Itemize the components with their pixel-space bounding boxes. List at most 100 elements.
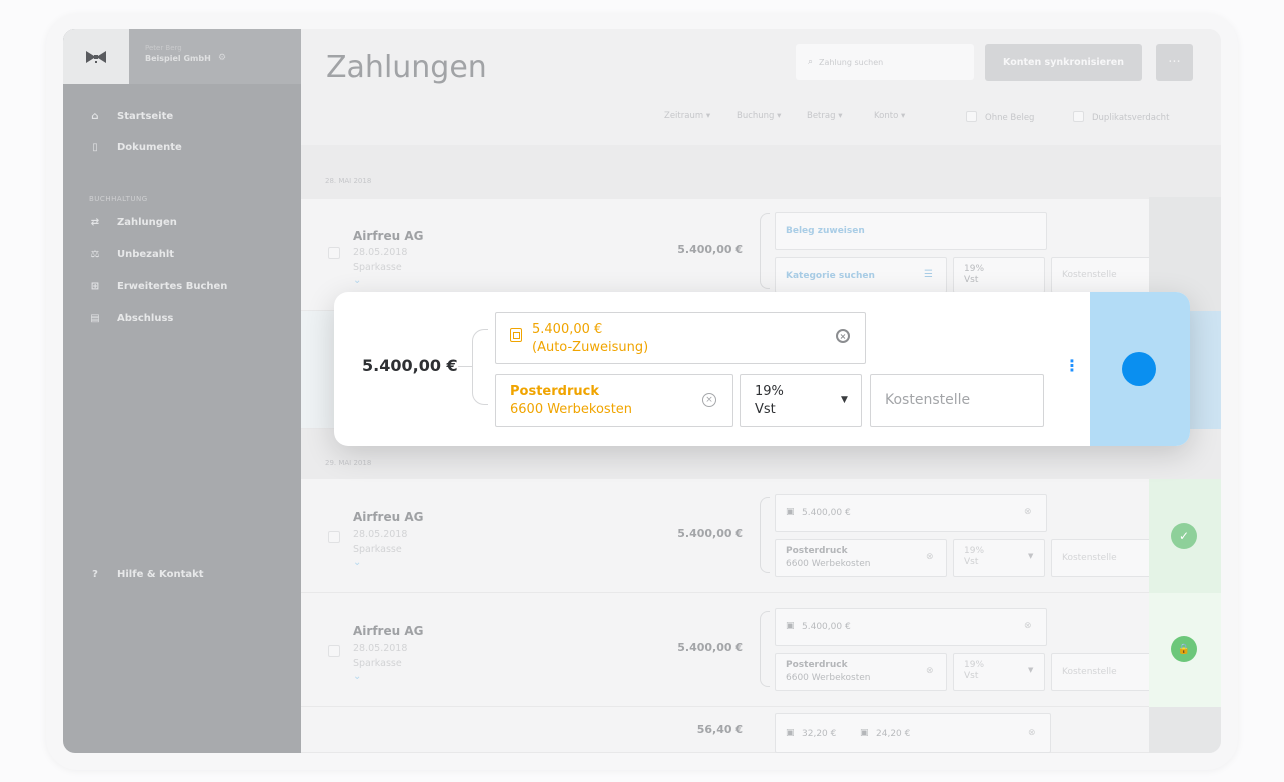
- category-account: 6600 Werbekosten: [786, 673, 871, 683]
- category-field[interactable]: Posterdruck 6600 Werbekosten ⊗: [775, 653, 947, 691]
- status-dot-icon[interactable]: [1122, 352, 1156, 386]
- clear-icon[interactable]: ×: [702, 393, 716, 407]
- row-menu-icon[interactable]: ⋮: [1064, 356, 1080, 375]
- vat-rate: 19%: [964, 264, 985, 274]
- chevron-down-icon[interactable]: ⌄: [353, 275, 361, 286]
- category-field[interactable]: Posterdruck 6600 Werbekosten ⊗: [775, 539, 947, 577]
- transfer-icon: ⇄: [90, 216, 100, 228]
- vat-select[interactable]: 19% Vst ▼: [740, 374, 862, 427]
- vat-select[interactable]: 19% Vst ▼: [953, 653, 1045, 691]
- sidebar-item-dokumente[interactable]: ▯ Dokumente: [89, 139, 182, 155]
- sidebar-item-label: Unbezahlt: [117, 248, 175, 260]
- row-date: 28.05.2018: [353, 247, 408, 258]
- sidebar-item-erweitertes-buchen[interactable]: ⊞ Erweitertes Buchen: [89, 278, 228, 294]
- receipt-amount: 32,20 €: [802, 729, 837, 739]
- account-switcher[interactable]: Peter Berg Beispiel GmbH ⚙: [63, 29, 301, 84]
- grid-icon: ⊞: [90, 280, 100, 292]
- date-section-header: 28. MAI 2018: [301, 145, 1221, 199]
- chevron-down-icon[interactable]: ⌄: [353, 671, 361, 682]
- table-row[interactable]: Airfreu AG 28.05.2018 Sparkasse ⌄ 5.400,…: [301, 593, 1221, 707]
- sync-accounts-button[interactable]: Konten synkronisieren: [985, 44, 1142, 81]
- more-options-button[interactable]: ···: [1156, 44, 1193, 81]
- clipboard-icon: ▤: [90, 312, 100, 324]
- search-input[interactable]: ⌕ Zahlung suchen: [796, 44, 974, 80]
- bracket-tick: [458, 366, 472, 367]
- chevron-down-icon[interactable]: ⌄: [353, 557, 361, 568]
- cost-center-field[interactable]: Kostenstelle: [870, 374, 1044, 427]
- checkbox[interactable]: [966, 111, 977, 122]
- category-name: Posterdruck: [786, 660, 848, 670]
- row-bank: Sparkasse: [353, 658, 402, 669]
- sidebar: Peter Berg Beispiel GmbH ⚙ ⌂ Startseite …: [63, 29, 301, 753]
- filter-duplikat[interactable]: Duplikatsverdacht: [1073, 111, 1169, 123]
- table-row[interactable]: 56,40 € ▣ 32,20 € ▣ 24,20 € ⊗: [301, 707, 1221, 753]
- clear-icon[interactable]: ⊗: [926, 552, 934, 562]
- category-field[interactable]: Posterdruck 6600 Werbekosten ×: [495, 374, 733, 427]
- bracket: [760, 213, 770, 289]
- sidebar-item-startseite[interactable]: ⌂ Startseite: [89, 108, 173, 124]
- filter-ohne-beleg[interactable]: Ohne Beleg: [966, 111, 1034, 123]
- assign-receipt-label: Beleg zuweisen: [786, 226, 865, 236]
- receipt-field[interactable]: 5.400,00 € (Auto-Zuweisung) ×: [495, 312, 866, 364]
- receipt-auto-assign: (Auto-Zuweisung): [532, 340, 649, 355]
- vat-label: Vst: [964, 557, 979, 567]
- clear-icon[interactable]: ⊗: [1024, 507, 1032, 517]
- cost-placeholder: Kostenstelle: [1062, 667, 1117, 677]
- table-row[interactable]: Airfreu AG 28.05.2018 Sparkasse ⌄ 5.400,…: [301, 479, 1221, 593]
- clear-icon[interactable]: ⊗: [926, 666, 934, 676]
- row-bank: Sparkasse: [353, 544, 402, 555]
- vat-select[interactable]: 19% Vst: [953, 257, 1045, 293]
- checkbox[interactable]: [1073, 111, 1084, 122]
- cost-placeholder: Kostenstelle: [885, 392, 971, 408]
- caret-down-icon: ▼: [1028, 666, 1034, 674]
- logo: [63, 29, 129, 84]
- sidebar-item-zahlungen[interactable]: ⇄ Zahlungen: [89, 214, 177, 230]
- clear-icon[interactable]: ⊗: [1024, 621, 1032, 631]
- sidebar-section-label: BUCHHALTUNG: [89, 195, 148, 203]
- sidebar-item-hilfe[interactable]: ? Hilfe & Kontakt: [89, 566, 204, 582]
- filter-buchung[interactable]: Buchung ▾: [737, 111, 781, 121]
- document-icon: ▣: [786, 728, 795, 738]
- vat-label: Vst: [755, 402, 776, 417]
- clear-icon[interactable]: ×: [836, 329, 850, 343]
- filter-zeitraum[interactable]: Zeitraum ▾: [664, 111, 710, 121]
- settings-icon[interactable]: ⚙: [218, 53, 226, 63]
- bracket: [760, 497, 770, 573]
- lock-icon: 🔒: [1171, 636, 1197, 662]
- vat-rate: 19%: [964, 546, 985, 556]
- category-account: 6600 Werbekosten: [786, 559, 871, 569]
- filter-konto[interactable]: Konto ▾: [874, 111, 905, 121]
- focused-payment-card[interactable]: 5.400,00 € 5.400,00 € (Auto-Zuweisung) ×…: [334, 292, 1190, 446]
- document-icon: ▣: [786, 507, 795, 517]
- home-icon: ⌂: [91, 110, 99, 122]
- row-status: 🔒: [1149, 593, 1221, 707]
- row-checkbox[interactable]: [328, 645, 340, 657]
- row-checkbox[interactable]: [328, 531, 340, 543]
- cost-placeholder: Kostenstelle: [1062, 270, 1117, 280]
- row-amount: 5.400,00 €: [677, 527, 743, 540]
- vat-label: Vst: [964, 275, 979, 285]
- sidebar-item-label: Dokumente: [117, 141, 182, 153]
- receipt-field[interactable]: ▣ 32,20 € ▣ 24,20 € ⊗: [775, 713, 1051, 753]
- receipt-field[interactable]: ▣ 5.400,00 € ⊗: [775, 608, 1047, 646]
- category-placeholder: Kategorie suchen: [786, 271, 875, 281]
- sidebar-item-label: Hilfe & Kontakt: [117, 568, 204, 580]
- clear-icon[interactable]: ⊗: [1028, 728, 1036, 738]
- filter-betrag[interactable]: Betrag ▾: [807, 111, 842, 121]
- caret-down-icon: ▼: [1028, 552, 1034, 560]
- document-icon: ▣: [786, 621, 795, 631]
- filter-label: Ohne Beleg: [985, 113, 1035, 123]
- row-checkbox[interactable]: [328, 247, 340, 259]
- assign-receipt-field[interactable]: Beleg zuweisen: [775, 212, 1047, 250]
- vat-label: Vst: [964, 671, 979, 681]
- bracket: [472, 329, 488, 405]
- receipt-field[interactable]: ▣ 5.400,00 € ⊗: [775, 494, 1047, 532]
- document-icon: ▣: [860, 728, 869, 738]
- category-search-field[interactable]: Kategorie suchen ☰: [775, 257, 947, 293]
- receipt-amount: 5.400,00 €: [532, 322, 603, 337]
- receipt-amount: 5.400,00 €: [802, 622, 851, 632]
- vat-select[interactable]: 19% Vst ▼: [953, 539, 1045, 577]
- sidebar-item-unbezahlt[interactable]: ⚖ Unbezahlt: [89, 246, 175, 262]
- sidebar-item-abschluss[interactable]: ▤ Abschluss: [89, 310, 173, 326]
- row-date: 28.05.2018: [353, 643, 408, 654]
